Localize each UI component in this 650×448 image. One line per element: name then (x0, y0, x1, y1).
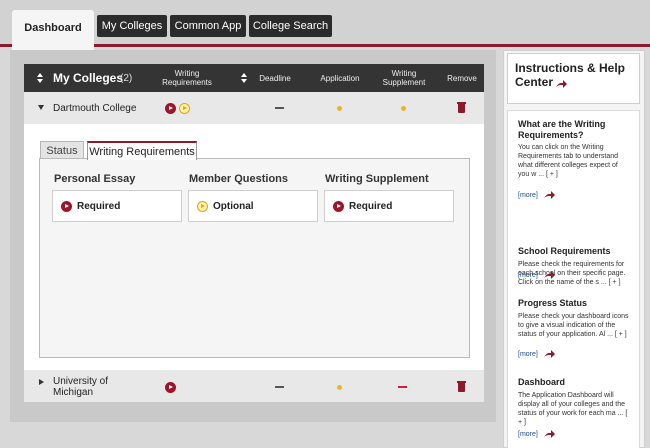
more-link[interactable]: [more] (518, 431, 538, 438)
application-status-icon (337, 385, 342, 390)
table-row[interactable]: Dartmouth College (24, 92, 484, 124)
required-icon (61, 201, 72, 212)
tab-dashboard[interactable]: Dashboard (12, 10, 94, 50)
required-status-icon (165, 382, 176, 393)
nav-divider (0, 44, 650, 47)
deadline-none-icon (275, 386, 284, 388)
arrow-icon[interactable] (544, 271, 555, 279)
required-icon (333, 201, 344, 212)
personal-essay-card[interactable]: Required (52, 190, 182, 222)
arrow-icon[interactable] (544, 430, 555, 438)
supplement-status-icon (401, 106, 406, 111)
col-writing-requirements[interactable]: Writing Requirements (157, 64, 217, 92)
help-section-title: Dashboard (518, 377, 566, 387)
help-section-text: Please check your dashboard icons to giv… (518, 313, 629, 338)
arrow-icon (556, 80, 568, 88)
sort-deadline-icon[interactable] (241, 73, 247, 83)
supplement-missing-icon (398, 386, 407, 388)
more-link[interactable]: [more] (518, 272, 538, 279)
college-count: (2) (120, 73, 133, 84)
tab-common-app[interactable]: Common App (170, 15, 246, 37)
optional-status-icon (179, 103, 190, 114)
member-questions-card[interactable]: Optional (188, 190, 318, 222)
writing-supplement-status: Required (349, 201, 393, 212)
tab-my-colleges[interactable]: My Colleges (97, 15, 167, 37)
sort-colleges-icon[interactable] (37, 73, 43, 83)
more-link[interactable]: [more] (518, 192, 538, 199)
help-section-text: You can click on the Writing Requirement… (518, 144, 619, 178)
personal-essay-status: Required (77, 201, 121, 212)
help-section-title: What are the Writing Requirements? (518, 119, 606, 140)
col-writing-supplement: Writing Supplement (382, 69, 426, 87)
required-status-icon (165, 103, 176, 114)
deadline-none-icon (275, 107, 284, 109)
tab-college-search[interactable]: College Search (249, 15, 332, 37)
collapse-icon[interactable] (38, 105, 44, 110)
col-remove: Remove (447, 73, 477, 83)
college-name[interactable]: University of Michigan (53, 376, 133, 398)
writing-supplement-card[interactable]: Required (324, 190, 454, 222)
col-application: Application (320, 73, 360, 83)
optional-icon (197, 201, 208, 212)
college-name[interactable]: Dartmouth College (53, 103, 136, 114)
help-title: Instructions & Help Center (515, 61, 626, 89)
arrow-icon[interactable] (544, 191, 555, 199)
table-row[interactable]: University of Michigan (24, 370, 484, 402)
application-status-icon (337, 106, 342, 111)
trash-icon[interactable] (457, 380, 466, 392)
writing-supplement-heading: Writing Supplement (325, 173, 429, 185)
member-questions-heading: Member Questions (189, 173, 289, 185)
col-deadline[interactable]: Deadline (250, 64, 300, 92)
colleges-table-header: My Colleges (2) Writing Requirements Dea… (24, 64, 484, 92)
expand-icon[interactable] (39, 379, 44, 385)
writing-requirements-panel (39, 158, 470, 358)
trash-icon[interactable] (457, 101, 466, 113)
tab-writing-requirements[interactable]: Writing Requirements (87, 141, 197, 160)
help-section-text: The Application Dashboard will display a… (518, 392, 628, 426)
more-link[interactable]: [more] (518, 351, 538, 358)
table-title: My Colleges (53, 71, 124, 85)
help-section-title: Progress Status (518, 298, 588, 308)
help-section-title: School Requirements (518, 246, 611, 256)
arrow-icon[interactable] (544, 350, 555, 358)
tab-status[interactable]: Status (40, 141, 84, 159)
personal-essay-heading: Personal Essay (54, 173, 136, 185)
member-questions-status: Optional (213, 201, 254, 212)
